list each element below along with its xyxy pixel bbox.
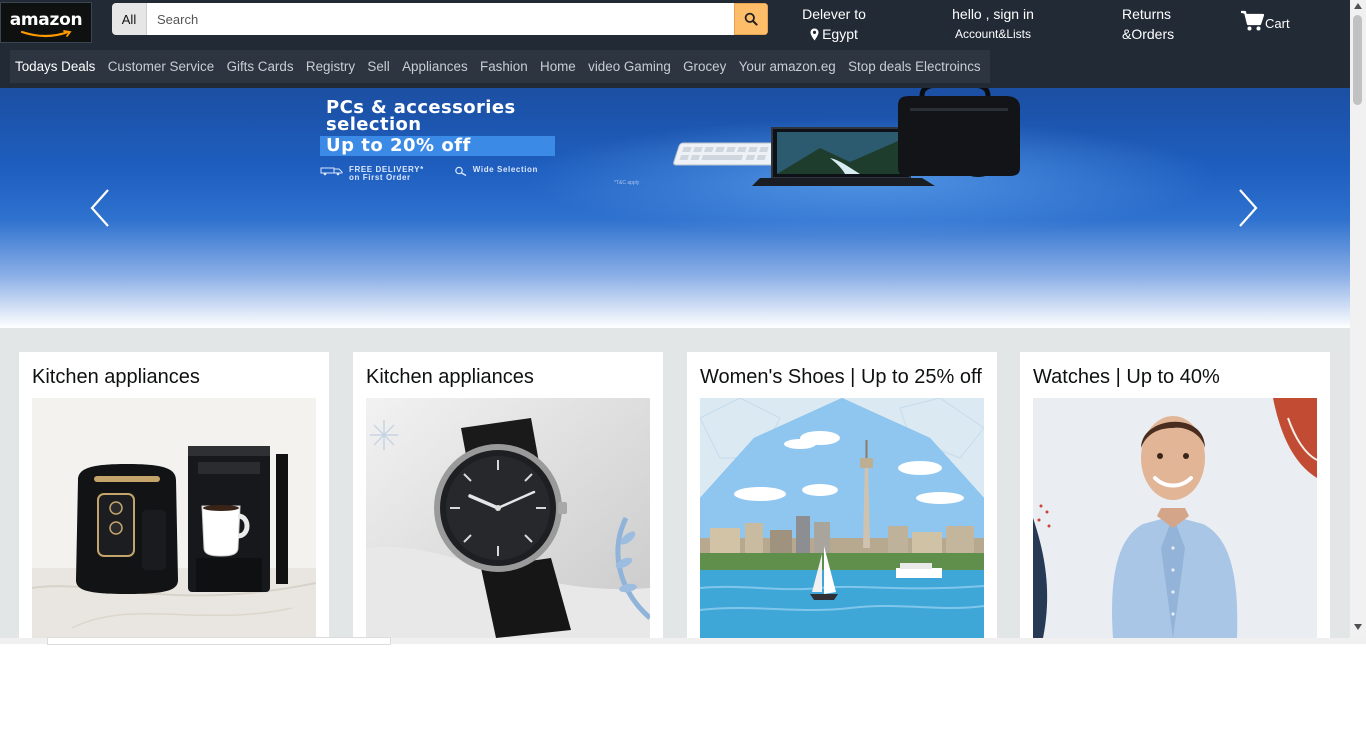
orders-label: &Orders	[1122, 26, 1175, 42]
product-card[interactable]: Watches | Up to 40%	[1020, 352, 1330, 638]
cart-button[interactable]: Cart	[1240, 10, 1294, 32]
amazon-logo[interactable]: amazon	[0, 2, 92, 43]
nav-stop-deals-electronics[interactable]: Stop deals Electroincs	[842, 59, 987, 74]
top-navigation: amazon All Delever to	[0, 0, 1350, 88]
card-title[interactable]: Kitchen appliances	[32, 366, 200, 389]
deliver-label: Delever to	[802, 6, 866, 22]
scroll-down-arrow-icon[interactable]	[1354, 624, 1362, 630]
terms-note: *T&C apply	[614, 180, 640, 186]
wristwatch-image[interactable]	[366, 398, 650, 638]
page-viewport: amazon All Delever to	[0, 0, 1350, 638]
returns-and-orders[interactable]: Returns &Orders	[1122, 4, 1186, 44]
status-bar-popup	[47, 637, 391, 645]
search-bar: All	[112, 3, 768, 35]
scrollbar-thumb[interactable]	[1353, 15, 1362, 105]
sign-in-greeting: hello , sign in	[952, 6, 1034, 22]
search-icon	[744, 12, 758, 26]
product-card[interactable]: Kitchen appliances	[19, 352, 329, 638]
nav-customer-service[interactable]: Customer Service	[102, 59, 221, 74]
card-title[interactable]: Women's Shoes | Up to 25% off	[700, 366, 982, 389]
product-card[interactable]: Kitchen appliances	[353, 352, 663, 638]
air-fryer-coffee-maker-image[interactable]	[32, 398, 316, 638]
man-in-blue-shirt-image[interactable]	[1033, 398, 1317, 638]
product-card[interactable]: Women's Shoes | Up to 25% off	[687, 352, 997, 638]
account-lists-label: Account&Lists	[954, 27, 1032, 41]
nav-your-amazon[interactable]: Your amazon.eg	[733, 59, 842, 74]
search-button[interactable]	[734, 3, 768, 35]
search-category-select[interactable]: All	[112, 3, 147, 35]
cart-label: Cart	[1265, 15, 1290, 31]
wide-selection-feature: Wide Selection	[454, 166, 538, 182]
deliver-country-row: Egypt	[800, 24, 868, 44]
location-pin-icon	[810, 28, 819, 40]
first-order-label: on First Order	[349, 173, 411, 182]
search-input[interactable]	[147, 3, 734, 35]
carousel-prev-arrow[interactable]	[88, 188, 112, 228]
hero-features: FREE DELIVERY* on First Order Wide Selec…	[320, 166, 538, 182]
card-title[interactable]: Kitchen appliances	[366, 366, 534, 389]
nav-sell[interactable]: Sell	[361, 59, 396, 74]
hero-products-illustration	[673, 88, 1020, 186]
deliver-to-location[interactable]: Delever to Egypt	[800, 4, 868, 44]
account-and-lists[interactable]: hello , sign in Account&Lists	[948, 4, 1038, 44]
nav-todays-deals[interactable]: Todays Deals	[13, 59, 102, 74]
delivery-truck-icon	[320, 167, 343, 176]
magnifier-icon	[454, 166, 467, 176]
secondary-navigation: Todays Deals Customer Service Gifts Card…	[10, 50, 990, 83]
nav-gift-cards[interactable]: Gifts Cards	[220, 59, 299, 74]
carousel-next-arrow[interactable]	[1236, 188, 1260, 228]
logo-text: amazon	[9, 9, 83, 30]
hero-title-line2: selection	[326, 114, 422, 135]
cairo-nile-image[interactable]	[700, 398, 984, 638]
free-delivery-feature: FREE DELIVERY* on First Order	[320, 166, 424, 182]
shopping-cart-icon	[1241, 10, 1264, 31]
card-title[interactable]: Watches | Up to 40%	[1033, 366, 1220, 389]
nav-home[interactable]: Home	[534, 59, 582, 74]
hero-banner[interactable]: PCs & accessories selection Up to 20% of…	[0, 88, 1350, 328]
nav-grocery[interactable]: Grocey	[677, 59, 733, 74]
nav-appliances[interactable]: Appliances	[396, 59, 474, 74]
wide-selection-label: Wide Selection	[472, 165, 539, 174]
product-cards-row: Kitchen appliances Kitchen appliances Wo…	[0, 328, 1350, 638]
hero-offer: Up to 20% off	[320, 136, 555, 156]
nav-registry[interactable]: Registry	[300, 59, 362, 74]
hero-title: PCs & accessories selection	[326, 99, 516, 135]
deliver-country: Egypt	[822, 26, 858, 42]
logo-smile-icon	[20, 30, 72, 38]
returns-label: Returns	[1122, 6, 1172, 22]
vertical-scrollbar[interactable]	[1350, 0, 1366, 638]
scroll-up-arrow-icon[interactable]	[1354, 3, 1362, 9]
nav-video-gaming[interactable]: video Gaming	[582, 59, 677, 74]
nav-fashion[interactable]: Fashion	[474, 59, 534, 74]
